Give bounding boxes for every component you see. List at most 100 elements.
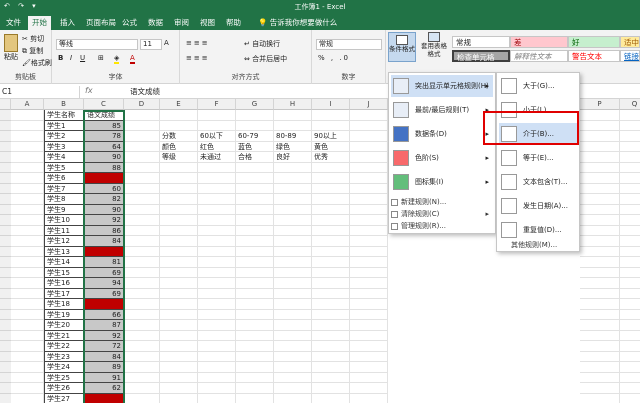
merge-center-button[interactable]: ⇔ 合并后居中 [244,54,287,64]
cell[interactable] [580,257,620,268]
cell[interactable] [11,246,44,257]
cell[interactable] [198,362,236,373]
underline-button[interactable]: U [80,54,85,62]
cell[interactable] [11,362,44,373]
cell[interactable] [580,383,620,394]
cell[interactable] [350,372,388,383]
format-painter-button[interactable]: 🖌格式刷 [22,58,52,68]
cell[interactable] [580,173,620,184]
cell[interactable] [350,141,388,152]
more-rules-item[interactable]: 其他规则(M)... [511,240,557,250]
cell[interactable] [274,299,312,310]
cut-button[interactable]: ✂ 剪切 [22,34,44,44]
cell[interactable] [274,341,312,352]
cell[interactable] [236,330,274,341]
cell[interactable] [198,393,236,403]
cell[interactable] [236,225,274,236]
select-all-corner[interactable] [0,99,11,110]
score-cell[interactable] [84,173,124,184]
cell[interactable] [160,383,198,394]
cell[interactable] [580,215,620,226]
column-header-E[interactable]: E [160,99,198,110]
row-header[interactable] [0,330,11,341]
cell[interactable] [11,257,44,268]
cell[interactable] [350,362,388,373]
student-name-cell[interactable]: 学生6 [44,173,84,184]
cell[interactable] [160,236,198,247]
cell[interactable] [350,383,388,394]
cell[interactable] [160,393,198,403]
cell[interactable] [620,383,640,394]
cell[interactable] [312,341,350,352]
cell[interactable] [620,142,640,152]
score-cell[interactable]: 85 [84,120,124,131]
cell[interactable] [620,247,640,257]
student-name-cell[interactable]: 学生18 [44,299,84,310]
cell[interactable] [274,320,312,331]
row-header[interactable] [0,372,11,383]
row-header[interactable] [0,225,11,236]
column-header-H[interactable]: H [274,99,312,110]
tab-data[interactable]: 数据 [144,16,167,30]
cell[interactable] [198,236,236,247]
row-header[interactable] [0,351,11,362]
student-name-cell[interactable]: 学生26 [44,383,84,394]
cell[interactable] [124,162,160,173]
cell[interactable] [198,299,236,310]
equal-to-item[interactable]: 等于(E)... [499,147,577,169]
cell[interactable] [620,341,640,352]
score-cell[interactable]: 87 [84,320,124,331]
student-name-cell[interactable]: 学生5 [44,162,84,173]
cell[interactable] [620,110,640,121]
cell[interactable] [236,341,274,352]
column-header-A[interactable]: A [11,99,44,110]
cell[interactable] [580,288,620,299]
cell[interactable] [160,341,198,352]
cell[interactable] [11,341,44,352]
student-name-cell[interactable]: 学生14 [44,257,84,268]
column-header-J[interactable]: J [350,99,388,110]
cell[interactable] [274,362,312,373]
cell[interactable] [274,236,312,247]
row-header[interactable] [0,393,11,403]
cell[interactable] [312,288,350,299]
cell[interactable] [11,131,44,142]
row-header[interactable] [0,236,11,247]
cell[interactable] [198,351,236,362]
tab-help[interactable]: 帮助 [222,16,245,30]
cell[interactable] [11,299,44,310]
cell[interactable] [350,341,388,352]
cell[interactable] [274,162,312,173]
cell[interactable] [580,362,620,373]
border-icon[interactable]: ⊞ [98,54,104,62]
cell[interactable] [236,383,274,394]
row-header[interactable] [0,215,11,226]
cell[interactable] [312,246,350,257]
cell[interactable] [620,394,640,403]
cell[interactable] [124,225,160,236]
cell[interactable] [350,351,388,362]
cell[interactable] [11,225,44,236]
cell[interactable] [198,257,236,268]
score-cell[interactable]: 94 [84,278,124,289]
between-item[interactable]: 介于(B)... [499,123,577,145]
cell[interactable] [312,183,350,194]
cell[interactable] [620,299,640,310]
cell[interactable] [236,278,274,289]
cell[interactable] [620,289,640,299]
cell[interactable] [198,194,236,205]
conditional-format-button[interactable]: 条件格式 [388,32,416,62]
column-header-B[interactable]: B [44,99,84,110]
cell[interactable] [274,351,312,362]
cell[interactable] [11,152,44,163]
cell[interactable] [11,141,44,152]
cell[interactable] [124,362,160,373]
cell[interactable] [124,393,160,403]
row-header[interactable] [0,152,11,163]
student-name-cell[interactable]: 学生21 [44,330,84,341]
cell[interactable] [11,267,44,278]
cell[interactable] [620,278,640,289]
cell[interactable] [124,267,160,278]
row-header[interactable] [0,299,11,310]
score-cell[interactable] [84,246,124,257]
